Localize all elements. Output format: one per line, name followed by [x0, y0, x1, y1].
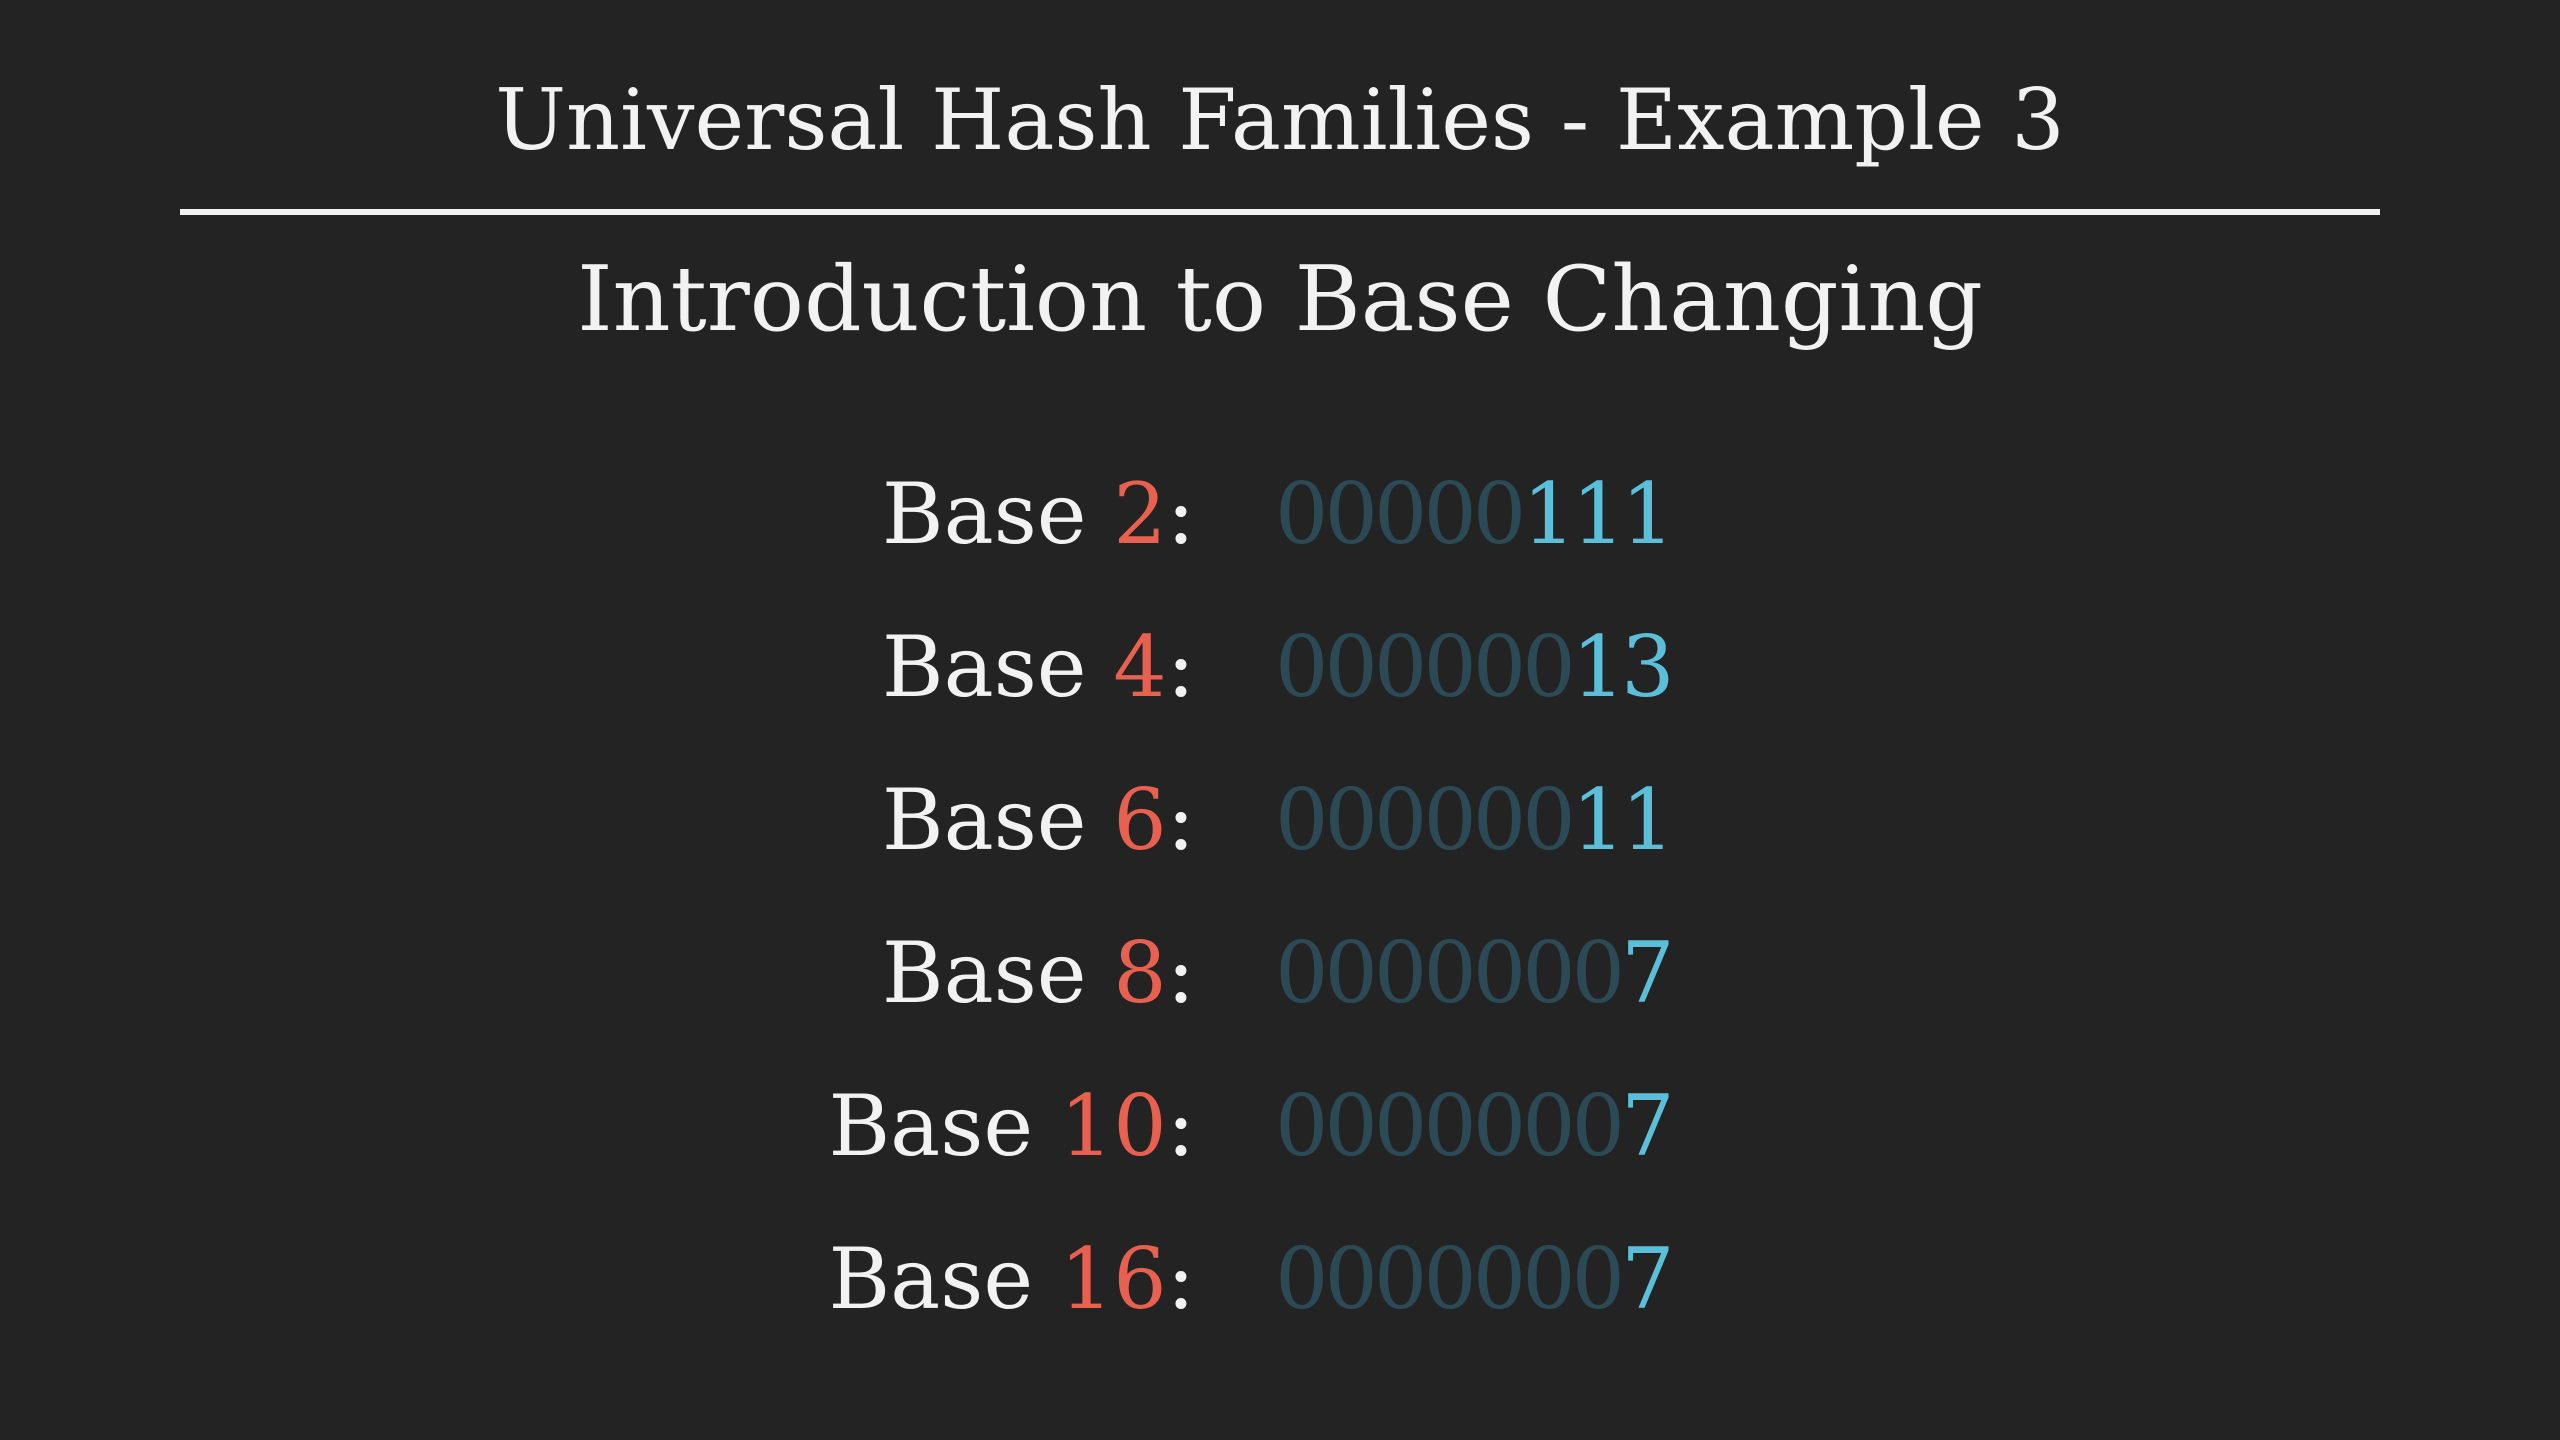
base-number: 2 — [1113, 465, 1167, 563]
base-row-2: Base 2: 00000111 — [0, 438, 2560, 591]
base-word: Base — [828, 1077, 1034, 1175]
base-row-6: Base 6: 00000011 — [0, 744, 2560, 897]
base-number: 16 — [1059, 1230, 1167, 1328]
base-colon: : — [1166, 1230, 1195, 1328]
title-divider — [180, 209, 2380, 215]
leading-zeros: 0000000 — [1275, 1230, 1625, 1328]
base-word: Base — [881, 924, 1087, 1022]
base-word: Base — [881, 771, 1087, 869]
base-colon: : — [1166, 924, 1195, 1022]
base-word: Base — [828, 1230, 1034, 1328]
slide-title: Universal Hash Families - Example 3 — [495, 71, 2065, 169]
digit-string: 00000013 — [1275, 591, 1675, 744]
leading-zeros: 0000000 — [1275, 1077, 1625, 1175]
leading-zeros: 000000 — [1275, 771, 1576, 869]
significant-digits: 7 — [1621, 924, 1674, 1022]
digit-string: 00000011 — [1275, 744, 1675, 897]
base-colon: : — [1166, 465, 1195, 563]
digit-string: 00000007 — [1275, 1203, 1675, 1356]
base-row-4: Base 4: 00000013 — [0, 591, 2560, 744]
base-colon: : — [1166, 1077, 1195, 1175]
base-number: 4 — [1113, 618, 1167, 716]
digit-string: 00000007 — [1275, 1050, 1675, 1203]
base-word: Base — [881, 465, 1087, 563]
significant-digits: 13 — [1571, 618, 1675, 716]
leading-zeros: 000000 — [1275, 618, 1576, 716]
significant-digits: 7 — [1621, 1077, 1674, 1175]
base-number: 8 — [1113, 924, 1167, 1022]
base-label: Base 6: — [882, 744, 1195, 897]
base-representation-list: Base 2: 00000111 Base 4: 00000013 Base 6… — [0, 438, 2560, 1356]
digit-string: 00000111 — [1275, 438, 1675, 591]
significant-digits: 111 — [1522, 465, 1674, 563]
significant-digits: 7 — [1621, 1230, 1674, 1328]
base-row-16: Base 16: 00000007 — [0, 1203, 2560, 1356]
digit-string: 00000007 — [1275, 897, 1675, 1050]
base-label: Base 8: — [882, 897, 1195, 1050]
base-row-10: Base 10: 00000007 — [0, 1050, 2560, 1203]
slide-subtitle: Introduction to Base Changing — [577, 247, 1983, 352]
leading-zeros: 00000 — [1275, 465, 1526, 563]
base-label: Base 2: — [882, 438, 1195, 591]
base-number: 6 — [1113, 771, 1167, 869]
base-colon: : — [1166, 618, 1195, 716]
leading-zeros: 0000000 — [1275, 924, 1625, 1022]
base-label: Base 16: — [828, 1203, 1195, 1356]
base-row-8: Base 8: 00000007 — [0, 897, 2560, 1050]
significant-digits: 11 — [1571, 771, 1675, 869]
base-label: Base 10: — [828, 1050, 1195, 1203]
base-word: Base — [881, 618, 1087, 716]
base-number: 10 — [1059, 1077, 1167, 1175]
base-colon: : — [1166, 771, 1195, 869]
base-label: Base 4: — [882, 591, 1195, 744]
